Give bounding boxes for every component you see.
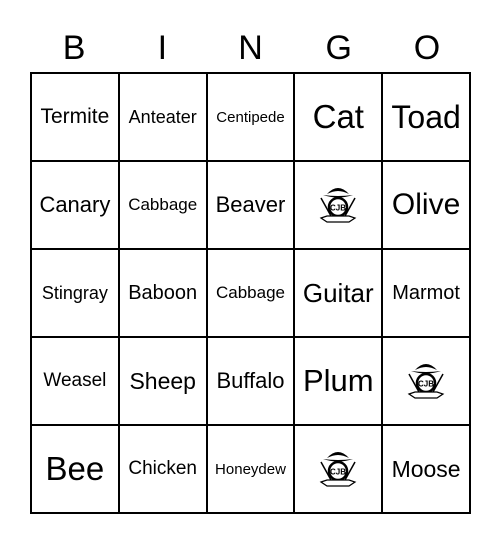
- cell-text: Toad: [391, 98, 461, 135]
- bingo-cell: Buffalo: [206, 337, 295, 425]
- bingo-grid: Termite Anteater Centipede Cat Toad Canary Cab…: [30, 72, 471, 514]
- bingo-cell: Sheep: [118, 337, 207, 425]
- header-letter: B: [62, 29, 86, 67]
- bingo-cell: Marmot: [382, 249, 470, 337]
- header-letter: G: [325, 29, 352, 67]
- cell-text: Bee: [45, 450, 105, 487]
- bingo-cell: Plum: [294, 337, 383, 425]
- bingo-cell: Cabbage: [206, 249, 295, 337]
- bingo-cell: Stingray: [31, 249, 119, 337]
- bingo-cell: Toad: [382, 73, 470, 161]
- bingo-cell: Olive: [382, 161, 470, 249]
- bingo-cell: Bee: [31, 425, 119, 513]
- bingo-cell: Honeydew: [206, 425, 295, 513]
- bingo-header: B I N G O: [30, 26, 471, 70]
- header-letter: I: [157, 29, 168, 67]
- bingo-cell: Cabbage: [118, 161, 207, 249]
- bingo-cell: Centipede: [206, 73, 295, 161]
- cell-text: Olive: [391, 188, 461, 221]
- bingo-cell: Termite: [31, 73, 119, 161]
- bingo-cell: Cat: [294, 73, 383, 161]
- bingo-cell: Baboon: [118, 249, 207, 337]
- bingo-cell: Moose: [382, 425, 470, 513]
- svg-text:CJB: CJB: [330, 204, 346, 213]
- header-letter: N: [238, 29, 263, 67]
- bingo-cell: Beaver: [206, 161, 295, 249]
- cell-text: Plum: [302, 363, 374, 398]
- cell-text: Chicken: [128, 458, 198, 479]
- cell-text: Beaver: [215, 192, 286, 217]
- cell-text: Cat: [312, 98, 364, 135]
- cell-text: Anteater: [128, 106, 197, 127]
- cell-text: Sheep: [129, 367, 196, 394]
- cell-text: Guitar: [302, 277, 374, 308]
- cjb-logo-icon: CJB: [319, 452, 357, 487]
- cell-text: Weasel: [43, 370, 107, 391]
- bingo-cell: Anteater: [118, 73, 207, 161]
- free-space-logo-cell: CJB: [294, 161, 383, 249]
- cell-text: Baboon: [128, 281, 198, 304]
- bingo-cell: Chicken: [118, 425, 207, 513]
- cell-text: Buffalo: [216, 368, 285, 393]
- cell-text: Cabbage: [215, 283, 285, 302]
- cell-text: Centipede: [216, 108, 285, 126]
- bingo-cell: Guitar: [294, 249, 383, 337]
- cell-text: Moose: [391, 455, 461, 482]
- cjb-logo-icon: CJB: [407, 364, 445, 399]
- cell-text: Honeydew: [215, 460, 286, 478]
- svg-text:CJB: CJB: [330, 468, 346, 477]
- cjb-logo-icon: CJB: [319, 188, 357, 223]
- cell-text: Marmot: [392, 281, 460, 304]
- free-space-logo-cell: CJB: [294, 425, 383, 513]
- svg-text:CJB: CJB: [418, 380, 434, 389]
- free-space-logo-cell: CJB: [382, 337, 470, 425]
- cell-text: Canary: [39, 192, 111, 217]
- cell-text: Stingray: [41, 282, 108, 303]
- header-letter: O: [413, 29, 441, 67]
- bingo-cell: Canary: [31, 161, 119, 249]
- cell-text: Termite: [40, 105, 110, 128]
- bingo-cell: Weasel: [31, 337, 119, 425]
- cell-text: Cabbage: [128, 195, 198, 214]
